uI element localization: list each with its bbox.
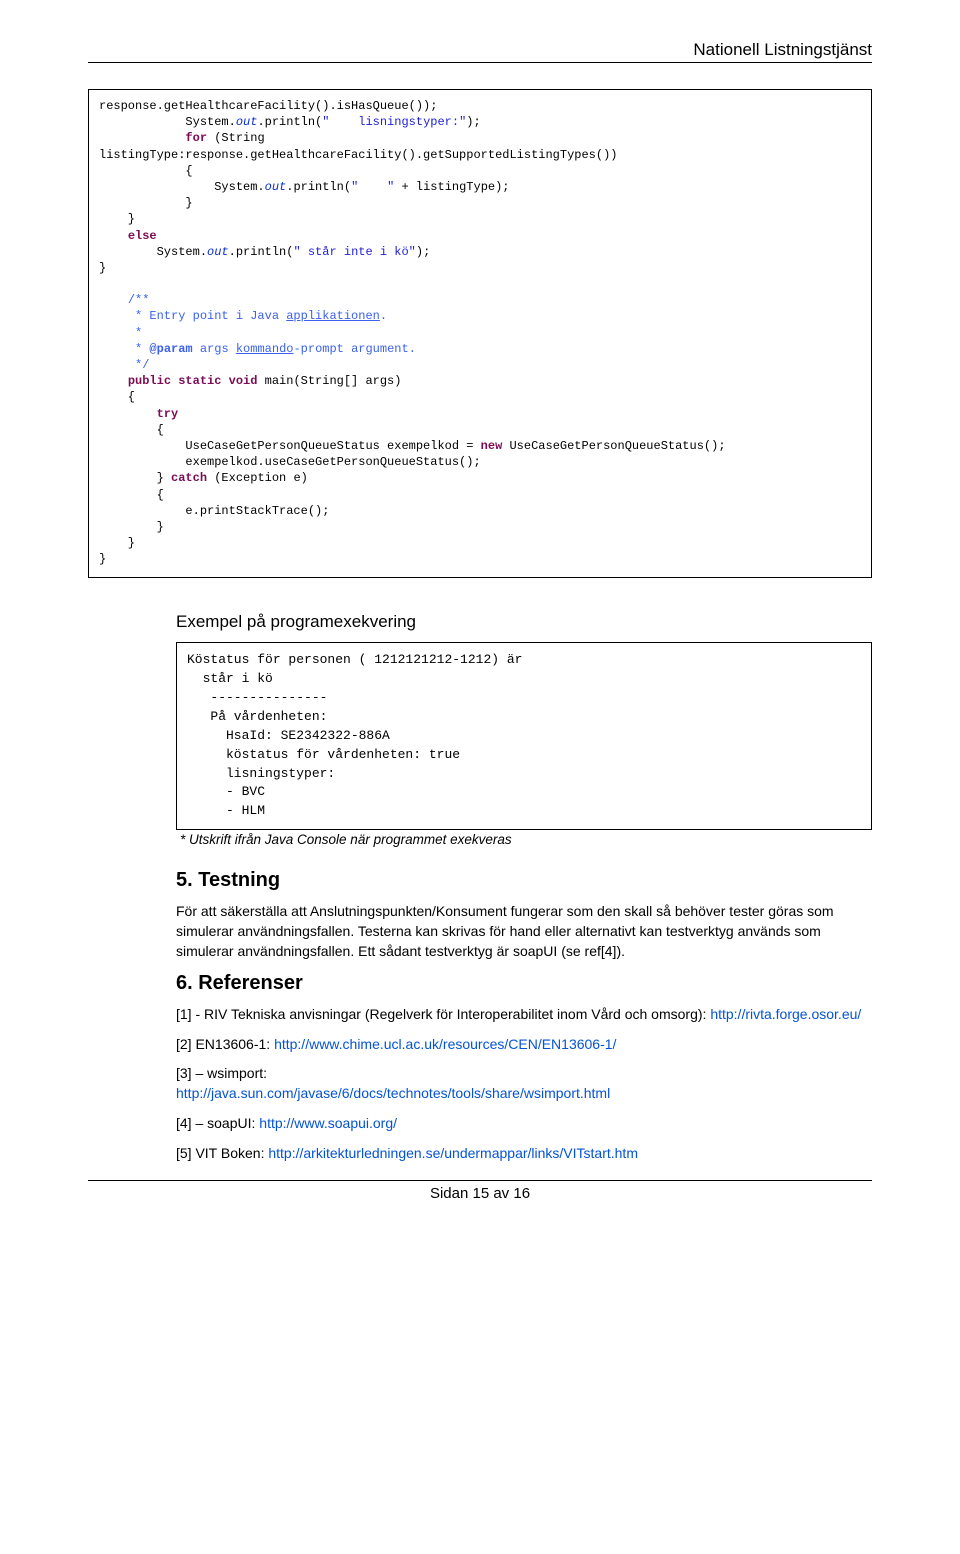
code-kw: for — [185, 131, 207, 145]
reference-link[interactable]: http://www.soapui.org/ — [259, 1115, 397, 1131]
code-out: out — [207, 245, 229, 259]
code-doc: * Entry point i Java — [99, 309, 286, 323]
code-line — [99, 293, 128, 307]
code-line: } — [99, 212, 135, 226]
code-doc-under: kommando — [236, 342, 294, 356]
code-line: UseCaseGetPersonQueueStatus exempelkod = — [99, 439, 481, 453]
reference-link[interactable]: http://java.sun.com/javase/6/docs/techno… — [176, 1085, 610, 1101]
code-line — [99, 407, 157, 421]
code-kw: try — [157, 407, 179, 421]
code-line: exempelkod.useCaseGetPersonQueueStatus()… — [99, 455, 481, 469]
code-line: UseCaseGetPersonQueueStatus(); — [502, 439, 725, 453]
code-line: ); — [416, 245, 430, 259]
reference-text: [4] – soapUI: — [176, 1115, 259, 1131]
code-line: .println( — [257, 115, 322, 129]
header-title: Nationell Listningstjänst — [88, 40, 872, 60]
reference-item: [5] VIT Boken: http://arkitekturledninge… — [176, 1144, 872, 1164]
code-doc: - — [293, 342, 300, 356]
code-line: + listingType); — [394, 180, 509, 194]
code-string: " " — [351, 180, 394, 194]
code-line: { — [99, 164, 193, 178]
reference-item: [2] EN13606-1: http://www.chime.ucl.ac.u… — [176, 1035, 872, 1055]
code-line: { — [99, 488, 164, 502]
output-caption: * Utskrift ifrån Java Console när progra… — [180, 832, 872, 847]
references-heading: 6. Referenser — [176, 972, 872, 995]
code-line: (Exception e) — [207, 471, 308, 485]
reference-link[interactable]: http://www.chime.ucl.ac.uk/resources/CEN… — [274, 1036, 616, 1052]
code-out: out — [236, 115, 258, 129]
code-line: { — [99, 390, 135, 404]
code-line: .println( — [286, 180, 351, 194]
reference-text: [3] – wsimport: — [176, 1065, 267, 1081]
reference-text: [2] EN13606-1: — [176, 1036, 274, 1052]
reference-item: [3] – wsimport: http://java.sun.com/java… — [176, 1064, 872, 1104]
code-doc: /** — [128, 293, 150, 307]
content-block: Exempel på programexekvering Köstatus fö… — [176, 612, 872, 1163]
code-doc: prompt argument. — [301, 342, 416, 356]
code-string: " lisningstyper:" — [322, 115, 466, 129]
code-line: { — [99, 423, 164, 437]
code-line: (String — [207, 131, 265, 145]
code-doc: args — [193, 342, 236, 356]
code-kw: catch — [171, 471, 207, 485]
testing-paragraph: För att säkerställa att Anslutningspunkt… — [176, 902, 872, 962]
code-doc-tag: @param — [149, 342, 192, 356]
code-doc: . — [380, 309, 387, 323]
reference-link[interactable]: http://arkitekturledningen.se/undermappa… — [268, 1145, 638, 1161]
code-line: System. — [99, 245, 207, 259]
reference-text: [1] - RIV Tekniska anvisningar (Regelver… — [176, 1006, 710, 1022]
code-line: System. — [99, 180, 265, 194]
code-doc: */ — [99, 358, 149, 372]
example-heading: Exempel på programexekvering — [176, 612, 872, 632]
code-line: listingType:response.getHealthcareFacili… — [99, 148, 617, 162]
code-line: e.printStackTrace(); — [99, 504, 329, 518]
reference-link[interactable]: http://rivta.forge.osor.eu/ — [710, 1006, 861, 1022]
header-rule — [88, 62, 872, 63]
code-line — [99, 229, 128, 243]
code-line: System. — [99, 115, 236, 129]
code-line: } — [99, 471, 171, 485]
code-block: response.getHealthcareFacility().isHasQu… — [88, 89, 872, 578]
code-line: response.getHealthcareFacility().isHasQu… — [99, 99, 437, 113]
code-doc: * — [99, 342, 149, 356]
footer-page-number: Sidan 15 av 16 — [88, 1185, 872, 1202]
reference-text: [5] VIT Boken: — [176, 1145, 268, 1161]
code-line: .println( — [229, 245, 294, 259]
code-kw: new — [481, 439, 503, 453]
code-kw: else — [128, 229, 157, 243]
code-line: main(String[] args) — [257, 374, 401, 388]
code-kw: public static void — [128, 374, 258, 388]
code-line: } — [99, 552, 106, 566]
code-line: } — [99, 536, 135, 550]
footer-rule — [88, 1180, 872, 1181]
page: Nationell Listningstjänst response.getHe… — [0, 0, 960, 1230]
code-line: } — [99, 196, 193, 210]
code-doc: * — [99, 326, 142, 340]
code-doc-under: applikationen — [286, 309, 380, 323]
output-box: Köstatus för personen ( 1212121212-1212)… — [176, 642, 872, 830]
code-line: ); — [466, 115, 480, 129]
testing-heading: 5. Testning — [176, 869, 872, 892]
reference-item: [4] – soapUI: http://www.soapui.org/ — [176, 1114, 872, 1134]
code-line: } — [99, 520, 164, 534]
code-line — [99, 374, 128, 388]
reference-item: [1] - RIV Tekniska anvisningar (Regelver… — [176, 1005, 872, 1025]
code-line: } — [99, 261, 106, 275]
code-line — [99, 131, 185, 145]
code-out: out — [265, 180, 287, 194]
code-string: " står inte i kö" — [293, 245, 415, 259]
